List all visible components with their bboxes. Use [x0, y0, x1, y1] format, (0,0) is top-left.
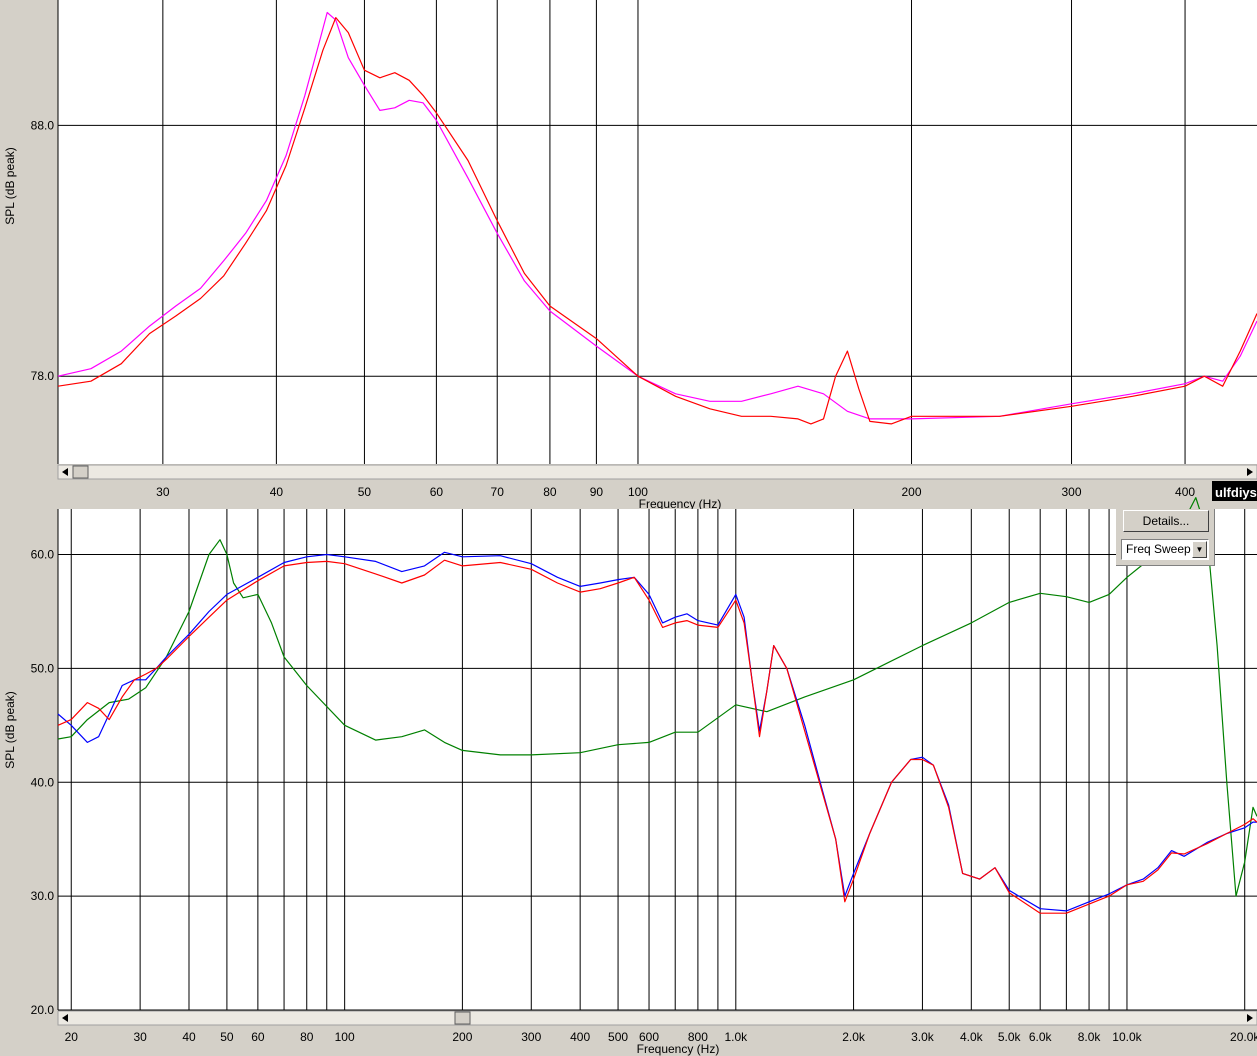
chart-panel-1: 78.088.030 40 50 60 70 80 90 100 200 300 400Freque… — [3, 0, 1257, 511]
x-tick-label: 40 — [270, 485, 284, 499]
x-tick-label: 40 — [182, 1030, 196, 1044]
mode-select[interactable]: Freq Sweep ▼ — [1121, 539, 1209, 560]
x-tick-label: 400 — [1175, 485, 1195, 499]
x-tick-label: 200 — [452, 1030, 472, 1044]
x-tick-label: 90 — [590, 485, 604, 499]
x-tick-label: 2.0k — [842, 1030, 866, 1044]
details-button[interactable]: Details... — [1123, 510, 1209, 532]
x-tick-label: 50 — [358, 485, 372, 499]
x-tick-label: 20 — [65, 1030, 79, 1044]
x-tick-label: 4.0k — [960, 1030, 984, 1044]
x-axis-title: Frequency (Hz) — [637, 1042, 720, 1056]
mode-select-value: Freq Sweep — [1126, 542, 1191, 556]
x-tick-label: 80 — [300, 1030, 314, 1044]
x-tick-label: 3.0k — [911, 1030, 935, 1044]
x-tick-label: 500 — [608, 1030, 628, 1044]
chart-panel-2: 20.0 30.0 40.0 50.0 60.0 20 30 40 50 60 80 100 200 30… — [3, 497, 1257, 1056]
y-tick-label: 50.0 — [31, 661, 55, 675]
scrollbar-thumb — [72, 465, 89, 479]
x-tick-label: 50 — [220, 1030, 234, 1044]
frequency-response-figure: 78.0 88.0 30 40 50 60 70 80 90 100 200 300 400 Freque… — [3, 0, 1257, 1056]
brand-label: ulfdiys — [1215, 485, 1257, 500]
y-tick-label: 40.0 — [31, 775, 55, 789]
x-tick-label: 80 — [543, 485, 557, 499]
dropdown-arrow-icon[interactable]: ▼ — [1192, 541, 1207, 558]
x-tick-label: 60 — [251, 1030, 265, 1044]
x-tick-label: 60 — [430, 485, 444, 499]
y-tick-label: 88.0 — [31, 118, 55, 132]
plot-area — [58, 509, 1257, 1010]
x-tick-label: 70 — [491, 485, 505, 499]
y-tick-label: 60.0 — [31, 548, 55, 562]
plot-area — [58, 0, 1257, 464]
x-tick-label: 300 — [1062, 485, 1082, 499]
horizontal-scrollbar — [57, 464, 1257, 480]
y-tick-label: 30.0 — [31, 889, 55, 903]
x-tick-label: 100 — [335, 1030, 355, 1044]
x-axis-title: Frequency (Hz) — [639, 497, 722, 511]
y-axis-title: SPL (dB peak) — [3, 147, 17, 225]
x-tick-label: 8.0k — [1078, 1030, 1102, 1044]
y-tick-label: 20.0 — [31, 1003, 55, 1017]
y-tick-label: 78.0 — [31, 369, 55, 383]
x-tick-label: 20.0k — [1230, 1030, 1257, 1044]
horizontal-scrollbar — [57, 1010, 1257, 1026]
x-tick-label: 30 — [133, 1030, 147, 1044]
scrollbar-thumb — [454, 1011, 471, 1025]
x-tick-label: 300 — [521, 1030, 541, 1044]
x-tick-label: 30 — [156, 485, 170, 499]
x-tick-label: 10.0k — [1112, 1030, 1142, 1044]
x-tick-label: 6.0k — [1029, 1030, 1053, 1044]
measurement-controls-panel: Details... Freq Sweep ▼ — [1116, 509, 1215, 566]
y-axis-title: SPL (dB peak) — [3, 691, 17, 769]
x-tick-label: 1.0k — [724, 1030, 748, 1044]
x-tick-label: 400 — [570, 1030, 590, 1044]
x-tick-label: 5.0k — [998, 1030, 1022, 1044]
x-tick-label: 200 — [901, 485, 921, 499]
